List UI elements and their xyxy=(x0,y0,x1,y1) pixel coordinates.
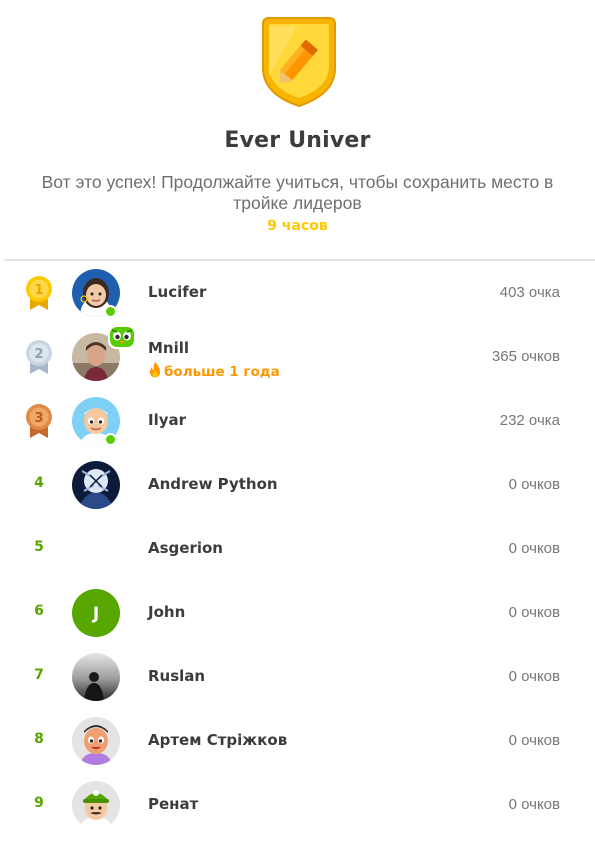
leaderboard-row[interactable]: 2 Mnill больше 1 года 365 очков xyxy=(0,325,595,389)
avatar[interactable] xyxy=(72,653,120,701)
user-name[interactable]: Asgerion xyxy=(148,539,223,557)
online-indicator xyxy=(104,305,117,318)
user-name[interactable]: Ренат xyxy=(148,795,198,813)
user-name[interactable]: Andrew Python xyxy=(148,475,278,493)
rank-number: 6 xyxy=(34,603,44,619)
silver-medal-icon: 2 xyxy=(26,340,52,374)
user-points: 0 очков xyxy=(508,476,560,493)
leaderboard-row[interactable]: 5 Asgerion 0 очков xyxy=(0,517,595,581)
streak-label: больше 1 года xyxy=(148,362,280,380)
rank-number: 7 xyxy=(34,667,44,683)
rank-number: 5 xyxy=(34,539,44,555)
user-name[interactable]: Ilyar xyxy=(148,411,186,429)
leaderboard-row[interactable]: 1 Lucifer 403 очка xyxy=(0,261,595,325)
user-name[interactable]: Артем Стріжков xyxy=(148,731,287,749)
user-name[interactable]: Mnill xyxy=(148,339,189,357)
user-name[interactable]: John xyxy=(148,603,185,621)
user-points: 0 очков xyxy=(508,604,560,621)
user-name[interactable]: Ruslan xyxy=(148,667,205,685)
avatar[interactable] xyxy=(72,717,120,765)
streak-text: больше 1 года xyxy=(164,364,280,380)
user-points: 0 очков xyxy=(508,668,560,685)
gold-medal-icon: 1 xyxy=(26,276,52,310)
rank-number: 1 xyxy=(34,283,43,298)
leaderboard-row[interactable]: 6 J John 0 очков xyxy=(0,581,595,645)
time-left: 9 часов xyxy=(267,218,328,234)
rank-number: 4 xyxy=(34,475,44,491)
avatar[interactable] xyxy=(72,461,120,509)
leaderboard-row[interactable]: 8 Артем Стріжков 0 очков xyxy=(0,709,595,773)
avatar[interactable]: J xyxy=(72,589,120,637)
user-points: 0 очков xyxy=(508,796,560,813)
league-subtitle: Вот это успех! Продолжайте учиться, чтоб… xyxy=(41,172,554,213)
leaderboard-row[interactable]: 7 Ruslan 0 очков xyxy=(0,645,595,709)
avatar[interactable] xyxy=(72,781,120,829)
rank-number: 9 xyxy=(34,795,44,811)
leaderboard-row[interactable]: 9 Ренат 0 очков xyxy=(0,773,595,837)
user-points: 365 очков xyxy=(491,348,560,365)
user-points: 403 очка xyxy=(499,284,560,301)
rank-number: 3 xyxy=(34,411,43,426)
user-points: 232 очка xyxy=(499,412,560,429)
leaderboard-row[interactable]: 4 Andrew Python 0 очков xyxy=(0,453,595,517)
user-name[interactable]: Lucifer xyxy=(148,283,206,301)
pencil-shield-icon xyxy=(262,17,336,108)
user-points: 0 очков xyxy=(508,732,560,749)
avatar-initial: J xyxy=(92,604,99,624)
fire-icon xyxy=(150,362,160,378)
online-indicator xyxy=(104,433,117,446)
owl-icon xyxy=(108,325,136,349)
bronze-medal-icon: 3 xyxy=(26,404,52,438)
rank-number: 8 xyxy=(34,731,44,747)
league-title: Ever Univer xyxy=(224,128,371,153)
leaderboard-row[interactable]: 3 Ilyar 232 очка xyxy=(0,389,595,453)
rank-number: 2 xyxy=(34,347,43,362)
user-points: 0 очков xyxy=(508,540,560,557)
